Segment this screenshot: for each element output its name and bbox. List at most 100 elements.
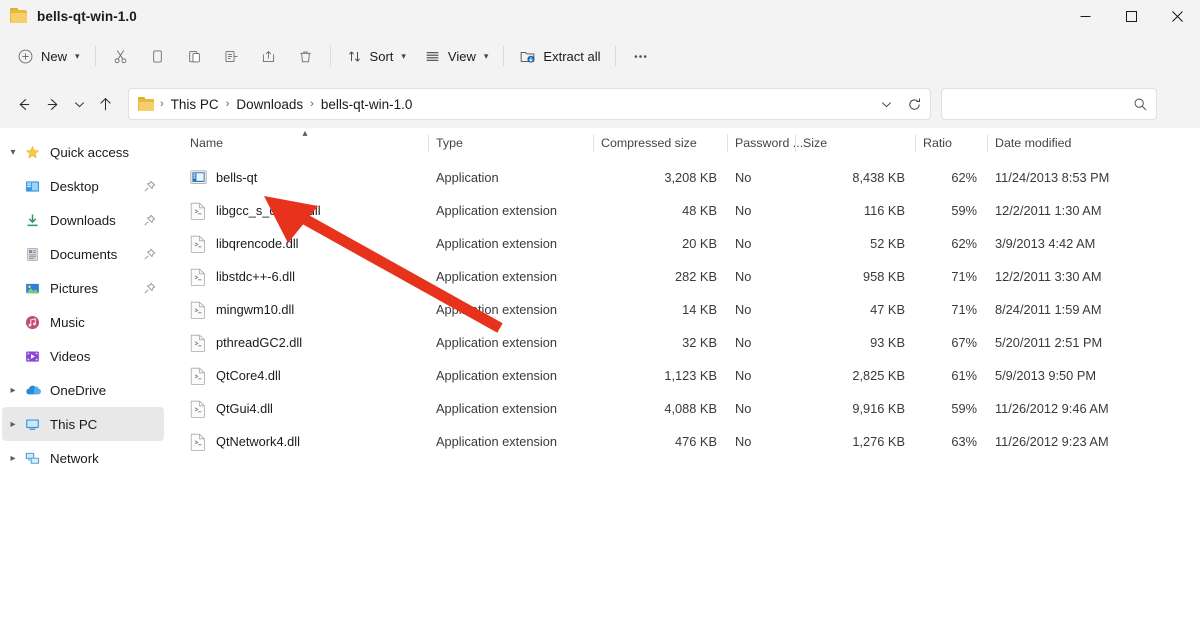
extract-all-label: Extract all: [543, 49, 600, 64]
file-name-cell[interactable]: QtNetwork4.dll: [182, 433, 428, 451]
chevron-right-icon[interactable]: ▸: [2, 453, 24, 464]
file-date-modified-cell: 11/26/2012 9:23 AM: [987, 434, 1152, 449]
search-box[interactable]: [941, 88, 1157, 120]
rename-button[interactable]: [213, 40, 250, 72]
extract-all-button[interactable]: Extract all: [510, 40, 609, 72]
chevron-right-icon[interactable]: ▸: [2, 385, 24, 396]
file-name-cell[interactable]: mingwm10.dll: [182, 301, 428, 319]
cut-button[interactable]: [102, 40, 139, 72]
file-name-label: QtNetwork4.dll: [216, 434, 300, 449]
chevron-down-icon: [880, 98, 893, 111]
sidebar-item-downloads[interactable]: Downloads: [2, 203, 164, 237]
column-header-compressed-size[interactable]: Compressed size: [593, 128, 727, 158]
file-name-cell[interactable]: libqrencode.dll: [182, 235, 428, 253]
dll-file-icon: [190, 268, 207, 286]
file-type-cell: Application extension: [428, 203, 593, 218]
address-bar[interactable]: › This PC › Downloads › bells-qt-win-1.0: [128, 88, 931, 120]
copy-icon: [149, 48, 166, 65]
file-type-cell: Application extension: [428, 368, 593, 383]
file-size-cell: 9,916 KB: [795, 401, 915, 416]
file-rows: bells-qtApplication3,208 KBNo8,438 KB62%…: [168, 158, 1200, 634]
chevron-down-icon: ▾: [75, 51, 80, 62]
pin-icon[interactable]: [143, 282, 156, 295]
recent-locations-button[interactable]: [68, 89, 90, 119]
sidebar-item-this-pc[interactable]: ▸ This PC: [2, 407, 164, 441]
sidebar-item-network[interactable]: ▸ Network: [2, 441, 164, 475]
file-name-label: libgcc_s_dw2-1.dll: [216, 203, 321, 218]
table-row[interactable]: pthreadGC2.dllApplication extension32 KB…: [168, 326, 1200, 359]
file-name-cell[interactable]: QtCore4.dll: [182, 367, 428, 385]
copy-button[interactable]: [139, 40, 176, 72]
file-size-cell: 1,276 KB: [795, 434, 915, 449]
file-name-cell[interactable]: QtGui4.dll: [182, 400, 428, 418]
breadcrumb-downloads[interactable]: Downloads: [230, 94, 309, 115]
pin-icon[interactable]: [143, 180, 156, 193]
sidebar-item-documents[interactable]: Documents: [2, 237, 164, 271]
see-more-button[interactable]: [622, 40, 659, 72]
table-row[interactable]: QtNetwork4.dllApplication extension476 K…: [168, 425, 1200, 458]
address-dropdown-button[interactable]: [872, 90, 900, 118]
column-label: Type: [436, 136, 463, 150]
minimize-button[interactable]: [1062, 0, 1108, 32]
refresh-button[interactable]: [900, 90, 928, 118]
file-name-cell[interactable]: libgcc_s_dw2-1.dll: [182, 202, 428, 220]
downloads-icon: [24, 212, 41, 229]
pin-icon[interactable]: [143, 248, 156, 261]
table-row[interactable]: bells-qtApplication3,208 KBNo8,438 KB62%…: [168, 161, 1200, 194]
command-toolbar: New ▾: [0, 32, 1200, 80]
close-button[interactable]: [1154, 0, 1200, 32]
new-button[interactable]: New ▾: [8, 40, 89, 72]
sidebar-item-music[interactable]: Music: [2, 305, 164, 339]
music-icon: [24, 314, 41, 331]
list-lines-icon: [424, 48, 441, 65]
sidebar-item-desktop[interactable]: Desktop: [2, 169, 164, 203]
file-ratio-cell: 59%: [915, 203, 987, 218]
column-header-size[interactable]: Size: [795, 128, 915, 158]
forward-arrow-icon: [45, 96, 62, 113]
up-button[interactable]: [90, 89, 120, 119]
column-header-password[interactable]: Password ...: [727, 128, 795, 158]
paste-button[interactable]: [176, 40, 213, 72]
column-header-date-modified[interactable]: Date modified: [987, 128, 1152, 158]
maximize-button[interactable]: [1108, 0, 1154, 32]
sidebar-item-pictures[interactable]: Pictures: [2, 271, 164, 305]
table-row[interactable]: mingwm10.dllApplication extension14 KBNo…: [168, 293, 1200, 326]
chevron-down-icon: ▾: [401, 51, 406, 62]
file-password-cell: No: [727, 236, 795, 251]
table-row[interactable]: libstdc++-6.dllApplication extension282 …: [168, 260, 1200, 293]
pin-icon[interactable]: [143, 214, 156, 227]
file-name-label: QtCore4.dll: [216, 368, 281, 383]
file-name-cell[interactable]: bells-qt: [182, 169, 428, 187]
sort-ascending-icon: ▴: [302, 129, 307, 139]
sidebar-item-quick-access[interactable]: ▾ Quick access: [2, 135, 164, 169]
file-password-cell: No: [727, 269, 795, 284]
column-header-name[interactable]: Name ▴: [182, 128, 428, 158]
view-button[interactable]: View ▾: [415, 40, 497, 72]
table-row[interactable]: libgcc_s_dw2-1.dllApplication extension4…: [168, 194, 1200, 227]
share-button[interactable]: [250, 40, 287, 72]
file-ratio-cell: 62%: [915, 170, 987, 185]
ellipsis-icon: [632, 48, 649, 65]
file-type-cell: Application extension: [428, 401, 593, 416]
table-row[interactable]: libqrencode.dllApplication extension20 K…: [168, 227, 1200, 260]
table-row[interactable]: QtCore4.dllApplication extension1,123 KB…: [168, 359, 1200, 392]
column-header-type[interactable]: Type: [428, 128, 593, 158]
forward-button[interactable]: [38, 89, 68, 119]
search-input[interactable]: [950, 97, 1133, 112]
chevron-right-icon[interactable]: ▸: [2, 419, 24, 430]
column-header-ratio[interactable]: Ratio: [915, 128, 987, 158]
dll-file-icon: [190, 301, 207, 319]
delete-button[interactable]: [287, 40, 324, 72]
file-name-cell[interactable]: libstdc++-6.dll: [182, 268, 428, 286]
breadcrumb-current-folder[interactable]: bells-qt-win-1.0: [315, 94, 419, 115]
file-type-cell: Application extension: [428, 269, 593, 284]
chevron-down-icon[interactable]: ▾: [2, 147, 24, 158]
breadcrumb-this-pc[interactable]: This PC: [165, 94, 225, 115]
sidebar-item-onedrive[interactable]: ▸ OneDrive: [2, 373, 164, 407]
dll-file-icon: [190, 235, 207, 253]
sort-button[interactable]: Sort ▾: [337, 40, 415, 72]
file-name-cell[interactable]: pthreadGC2.dll: [182, 334, 428, 352]
table-row[interactable]: QtGui4.dllApplication extension4,088 KBN…: [168, 392, 1200, 425]
sidebar-item-videos[interactable]: Videos: [2, 339, 164, 373]
back-button[interactable]: [8, 89, 38, 119]
